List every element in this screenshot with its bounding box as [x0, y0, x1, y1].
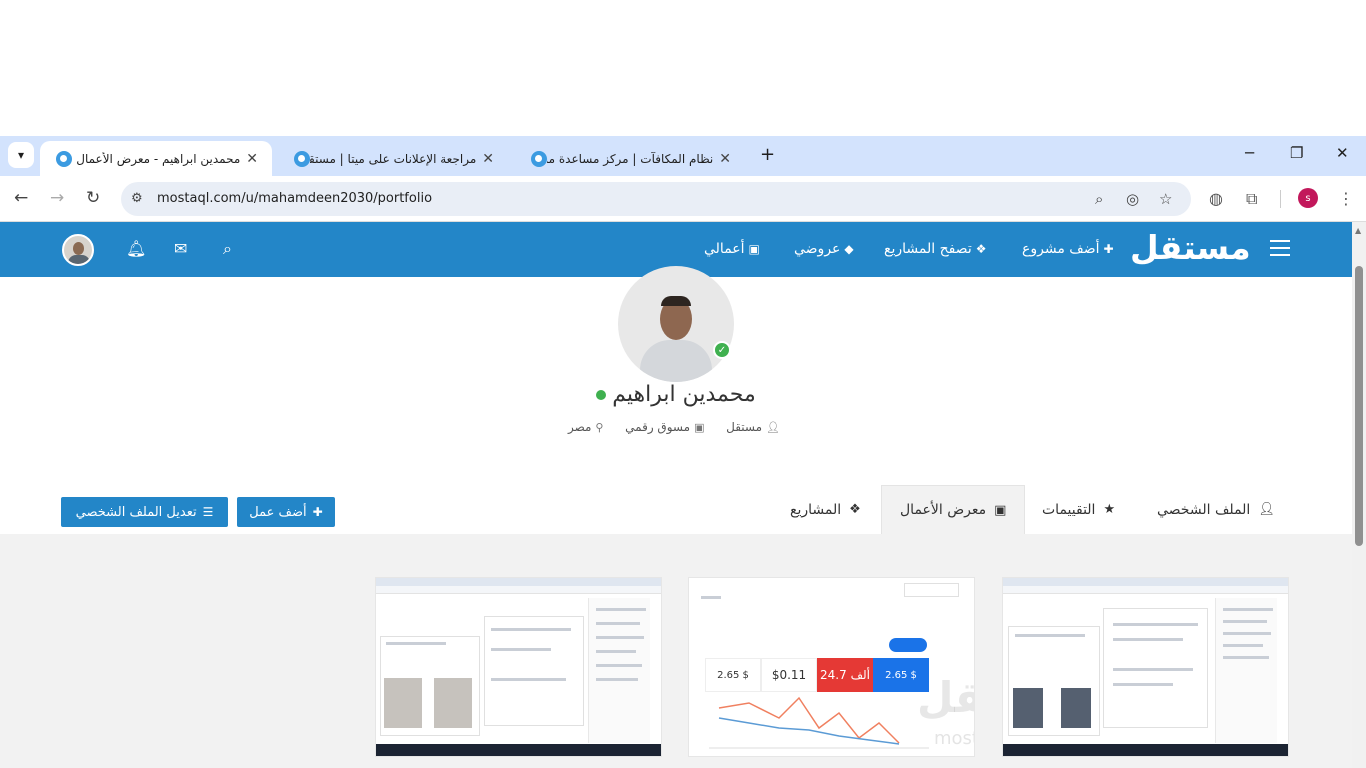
portfolio-item[interactable]: [1002, 577, 1289, 757]
extensions-icon[interactable]: ⧉: [1246, 189, 1257, 209]
menu-dots-icon[interactable]: ⋮: [1338, 189, 1354, 208]
star-icon: ★: [1103, 502, 1116, 517]
new-tab-icon[interactable]: +: [760, 144, 775, 165]
edit-profile-button[interactable]: ☰ تعديل الملف الشخصي: [61, 497, 228, 527]
reload-icon[interactable]: ↻: [86, 188, 100, 208]
nav-label: عروضي: [794, 241, 841, 257]
tab-label: التقييمات: [1042, 501, 1096, 518]
profile-country: مصر: [567, 420, 592, 434]
user-icon: 👤︎: [766, 421, 781, 434]
briefcase-icon: ▣: [694, 421, 705, 434]
envelope-icon[interactable]: ✉: [174, 239, 187, 258]
tab-title: نظام المكافآت | مركز مساعدة مس: [546, 151, 714, 166]
portfolio-item[interactable]: 2.65 $ 24.7 ألف $0.11 2.65 $ مستقل mosta…: [688, 577, 975, 757]
globe-icon[interactable]: ◍: [1209, 189, 1223, 208]
map-marker-icon: ⚲: [595, 421, 604, 434]
nav-my-bids[interactable]: ◆عروضي: [794, 241, 854, 257]
tab-portfolio[interactable]: ▣ معرض الأعمال: [881, 485, 1026, 534]
nav-label: أضف مشروع: [1022, 241, 1100, 257]
nav-my-works[interactable]: ▣أعمالي: [704, 241, 760, 257]
bell-icon[interactable]: 🔔︎: [126, 239, 146, 258]
portfolio-gallery: 2.65 $ 24.7 ألف $0.11 2.65 $ مستقل mosta…: [0, 534, 1352, 768]
button-label: أضف عمل: [249, 504, 307, 520]
mostaql-favicon-icon: [56, 150, 72, 167]
profile-name-text: محمدين ابراهيم: [612, 382, 756, 407]
profile-meta: 👤︎مستقل ▣مسوق رقمي ⚲مصر: [500, 420, 852, 434]
profile-name: محمدين ابراهيم: [540, 382, 812, 407]
tab-title: محمدين ابراهيم - معرض الأعمال |: [71, 151, 241, 166]
close-icon[interactable]: ✕: [482, 151, 494, 167]
cubes-icon: ❖: [975, 242, 987, 256]
watermark: مستقل: [917, 673, 974, 722]
site-settings-icon[interactable]: ⚙: [131, 191, 143, 206]
star-icon[interactable]: ☆: [1159, 190, 1172, 208]
browser-tab-active[interactable]: محمدين ابراهيم - معرض الأعمال | ✕: [40, 141, 272, 176]
online-status-icon: [596, 390, 607, 400]
mostaql-favicon-icon: [294, 150, 310, 167]
page-scrollbar[interactable]: ▲: [1352, 222, 1366, 768]
scroll-thumb[interactable]: [1355, 266, 1363, 546]
cubes-icon: ❖: [849, 502, 861, 517]
add-work-button[interactable]: ✚ أضف عمل: [237, 497, 335, 527]
plus-icon: ✚: [312, 505, 323, 519]
minimize-icon[interactable]: ─: [1245, 144, 1254, 162]
zoom-icon[interactable]: ⌕: [1095, 190, 1103, 208]
user-avatar[interactable]: [62, 234, 94, 266]
tab-projects[interactable]: ❖ المشاريع: [790, 485, 861, 534]
blank-area: [0, 0, 1366, 136]
scroll-up-icon[interactable]: ▲: [1355, 226, 1361, 235]
forward-icon[interactable]: →: [50, 188, 64, 208]
profile-role: مستقل: [726, 420, 763, 434]
sliders-icon: ☰: [202, 505, 214, 519]
nav-label: تصفح المشاريع: [884, 241, 972, 257]
mostaql-logo[interactable]: مستقل: [1130, 228, 1252, 267]
browser-tab-strip: ▾ محمدين ابراهيم - معرض الأعمال | ✕ مراج…: [0, 136, 1366, 176]
tab-title: مراجعة الإعلانات على ميتا | مستقل: [309, 151, 477, 166]
toolbar-divider: [1280, 190, 1281, 208]
chevron-down-icon: ▾: [17, 148, 25, 162]
tab-reviews[interactable]: ★ التقييمات: [1042, 485, 1115, 534]
line-chart-graphic: [709, 696, 929, 749]
tab-profile[interactable]: 👤︎ الملف الشخصي: [1157, 485, 1275, 534]
button-label: تعديل الملف الشخصي: [75, 504, 197, 520]
url-text[interactable]: mostaql.com/u/mahamdeen2030/portfolio: [157, 191, 432, 206]
search-icon[interactable]: ⌕: [223, 239, 232, 259]
close-icon[interactable]: ✕: [719, 151, 731, 167]
profile-job-title: مسوق رقمي: [625, 420, 691, 434]
window-close-icon[interactable]: ✕: [1336, 144, 1349, 162]
tab-label: معرض الأعمال: [900, 502, 987, 518]
verified-check-icon: ✓: [713, 341, 731, 359]
nav-label: أعمالي: [704, 241, 745, 257]
watermark-url: mostaql.com: [934, 728, 974, 749]
nav-browse-projects[interactable]: ❖تصفح المشاريع: [884, 241, 986, 257]
plus-icon: ✚: [1103, 242, 1114, 256]
briefcase-icon: ▣: [748, 242, 760, 256]
profile-avatar[interactable]: s: [1298, 188, 1318, 208]
browser-tab[interactable]: نظام المكافآت | مركز مساعدة مس ✕: [515, 141, 745, 176]
hamburger-menu-icon[interactable]: [1270, 240, 1290, 261]
ticket-icon: ◆: [844, 242, 854, 256]
profile-photo: [618, 266, 734, 382]
eye-off-icon[interactable]: ◎: [1126, 190, 1139, 208]
tab-label: المشاريع: [790, 501, 842, 518]
nav-add-project[interactable]: ✚أضف مشروع: [1022, 241, 1114, 257]
back-icon[interactable]: ←: [14, 188, 28, 208]
briefcase-icon: ▣: [994, 502, 1007, 518]
browser-toolbar: ← → ↻ ⚙ mostaql.com/u/mahamdeen2030/port…: [0, 176, 1366, 222]
restore-icon[interactable]: ❐: [1290, 144, 1303, 162]
close-icon[interactable]: ✕: [246, 151, 258, 167]
browser-tab[interactable]: مراجعة الإعلانات على ميتا | مستقل ✕: [278, 141, 508, 176]
portfolio-item[interactable]: [375, 577, 662, 757]
user-icon: 👤︎: [1258, 502, 1275, 517]
mostaql-favicon-icon: [531, 150, 547, 167]
address-bar[interactable]: ⚙ mostaql.com/u/mahamdeen2030/portfolio …: [121, 182, 1191, 216]
tab-label: الملف الشخصي: [1157, 501, 1251, 518]
tab-search-button[interactable]: ▾: [8, 142, 34, 168]
